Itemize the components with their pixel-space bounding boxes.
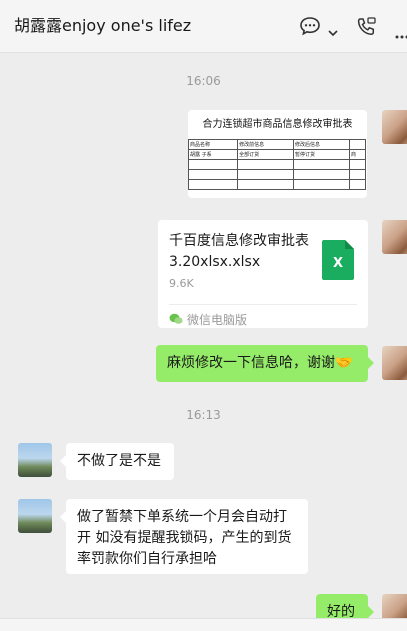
doc-table: 商品名称 修改前信息 修改后信息 胡露 子系 全部订货 暂停订货 商: [188, 139, 366, 190]
message-list[interactable]: 16:06 合力连锁超市商品信息修改审批表 商品名称 修改前信息 修改后信息 胡…: [0, 53, 407, 618]
doc-cell: [294, 180, 350, 190]
file-source: 微信电脑版: [187, 311, 247, 328]
doc-cell: [294, 170, 350, 180]
contact-avatar[interactable]: [18, 443, 52, 477]
my-avatar[interactable]: [382, 594, 407, 618]
contact-avatar[interactable]: [18, 499, 52, 533]
file-name: 千百度信息修改审批表3.20xlsx.xlsx: [169, 231, 319, 273]
excel-icon-letter: X: [333, 256, 343, 271]
file-size: 9.6K: [169, 277, 194, 290]
doc-cell: [238, 180, 294, 190]
received-message[interactable]: 做了暂禁下单系统一个月会自动打开 如没有提醒我锁码，产生的到货率罚款你们自行承担…: [66, 499, 308, 574]
timestamp: 16:06: [0, 74, 407, 88]
image-message[interactable]: 合力连锁超市商品信息修改审批表 商品名称 修改前信息 修改后信息 胡露 子系 全…: [188, 110, 367, 198]
chat-header: 胡露露enjoy one's lifez: [0, 0, 407, 53]
doc-cell: [238, 170, 294, 180]
doc-cell: 商: [349, 150, 365, 160]
more-icon[interactable]: [395, 24, 407, 43]
doc-cell: [189, 180, 238, 190]
doc-cell: [349, 140, 365, 150]
sent-message[interactable]: 好的: [316, 594, 368, 618]
doc-cell: [294, 160, 350, 170]
doc-col-header: 商品名称: [189, 140, 238, 150]
phone-icon[interactable]: [355, 16, 377, 42]
wechat-icon: [169, 313, 183, 325]
doc-cell: [189, 160, 238, 170]
timestamp: 16:13: [0, 408, 407, 422]
chat-bubble-icon[interactable]: [299, 16, 321, 40]
my-avatar[interactable]: [382, 110, 407, 144]
doc-cell: 全部订货: [238, 150, 294, 160]
doc-title: 合力连锁超市商品信息修改审批表: [188, 115, 367, 130]
received-message[interactable]: 不做了是不是: [66, 443, 174, 480]
doc-col-header: 修改前信息: [238, 140, 294, 150]
chat-title: 胡露露enjoy one's lifez: [14, 12, 191, 36]
doc-cell: 胡露 子系: [189, 150, 238, 160]
doc-cell: [189, 170, 238, 180]
my-avatar[interactable]: [382, 346, 407, 380]
excel-file-icon: X: [322, 240, 354, 280]
doc-cell: [238, 160, 294, 170]
doc-cell: [349, 170, 365, 180]
doc-cell: [349, 180, 365, 190]
doc-cell: [349, 160, 365, 170]
file-message[interactable]: 千百度信息修改审批表3.20xlsx.xlsx 9.6K X 微信电脑版: [158, 220, 368, 328]
file-divider: [169, 304, 357, 305]
chevron-down-icon[interactable]: [328, 22, 338, 41]
doc-cell: 暂停订货: [294, 150, 350, 160]
my-avatar[interactable]: [382, 220, 407, 254]
input-area[interactable]: [0, 618, 407, 631]
doc-col-header: 修改后信息: [294, 140, 350, 150]
sent-message[interactable]: 麻烦修改一下信息哈，谢谢🤝: [156, 345, 368, 382]
